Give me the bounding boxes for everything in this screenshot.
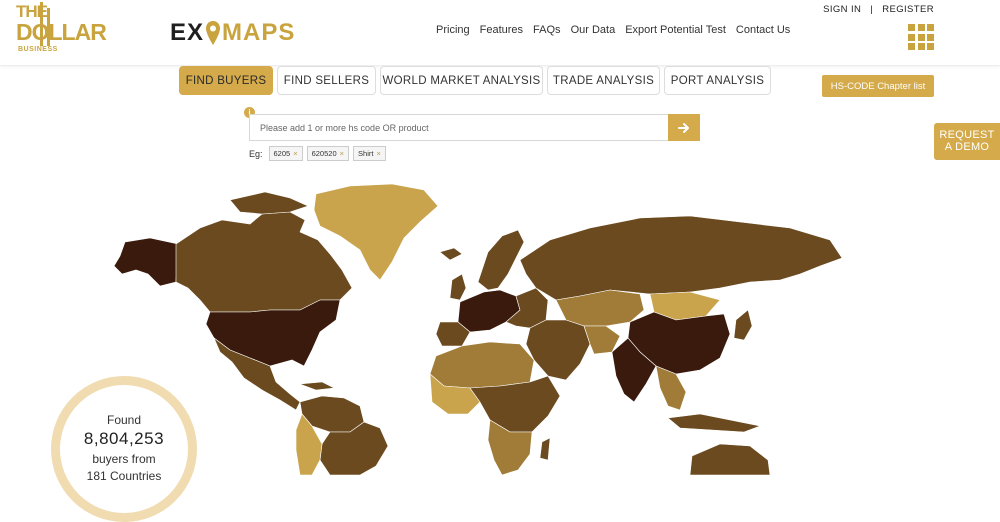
map-region-uk[interactable] [449,273,467,301]
logo-text-line2: DOLLAR [16,19,107,45]
nav-export-potential-test[interactable]: Export Potential Test [625,24,726,36]
map-region-japan[interactable] [733,309,753,341]
map-region-madagascar[interactable] [539,437,551,461]
register-link[interactable]: REGISTER [882,4,934,15]
map-region-north-africa[interactable] [429,341,535,389]
the-dollar-business-logo[interactable]: THE DOLLAR BUSINESS [14,2,107,58]
close-icon: × [339,149,345,158]
tab-world-market-analysis[interactable]: WORLD MARKET ANALYSIS [380,66,543,95]
map-region-scandinavia[interactable] [477,229,525,291]
request-demo-button[interactable]: REQUEST A DEMO [934,123,1000,160]
search-submit-button[interactable] [668,114,700,141]
main-nav: Pricing Features FAQs Our Data Export Po… [436,24,800,36]
chip-label: Shirt [358,149,374,158]
map-region-russia[interactable] [519,215,843,301]
chip-label: 6205 [273,149,291,158]
example-chip[interactable]: Shirt × [353,146,386,161]
analysis-tabs: FIND BUYERS FIND SELLERS WORLD MARKET AN… [179,66,775,95]
auth-separator: | [870,4,874,15]
map-region-western-europe[interactable] [457,289,521,333]
arrow-right-icon [678,122,689,133]
map-region-middle-east[interactable] [525,319,591,381]
sign-in-link[interactable]: SIGN IN [823,4,861,15]
map-region-alaska[interactable] [113,237,179,287]
logo-ex: EX [170,19,205,46]
map-region-iceland[interactable] [439,247,463,261]
counter-buyers-from: buyers from [92,452,156,466]
nav-features[interactable]: Features [480,24,523,36]
counter-countries: 181 Countries [86,469,162,483]
hs-code-chapter-list-button[interactable]: HS-CODE Chapter list [822,75,934,97]
chip-label: 620520 [311,149,337,158]
map-pin-icon [206,21,221,45]
examples-label: Eg: [249,148,263,159]
map-region-indonesia[interactable] [667,413,762,433]
example-chip[interactable]: 6205 × [268,146,303,161]
search-input[interactable] [249,114,668,141]
buyers-counter: Found 8,804,253 buyers from 181 Countrie… [51,376,197,522]
nav-pricing[interactable]: Pricing [436,24,470,36]
counter-number: 8,804,253 [83,429,165,448]
tab-find-buyers[interactable]: FIND BUYERS [179,66,273,95]
tab-port-analysis[interactable]: PORT ANALYSIS [664,66,771,95]
apps-grid-icon[interactable] [908,24,934,50]
logo-text-line3: BUSINESS [18,46,58,53]
eximaps-logo[interactable]: EX MAPS [170,18,295,48]
logo-maps: MAPS [222,19,296,46]
example-chip[interactable]: 620520 × [306,146,350,161]
nav-contact-us[interactable]: Contact Us [736,24,790,36]
request-demo-line2: A DEMO [944,141,990,153]
tab-trade-analysis[interactable]: TRADE ANALYSIS [547,66,660,95]
nav-our-data[interactable]: Our Data [571,24,616,36]
map-region-caribbean[interactable] [299,381,335,391]
tab-find-sellers[interactable]: FIND SELLERS [277,66,376,95]
counter-found-label: Found [106,413,142,427]
request-demo-line1: REQUEST [939,129,995,141]
header: THE DOLLAR BUSINESS EX MAPS Pricing Feat… [0,0,1000,66]
nav-faqs[interactable]: FAQs [533,24,561,36]
auth-links: SIGN IN | REGISTER [823,4,934,15]
close-icon: × [376,149,381,158]
map-region-australia[interactable] [689,443,771,475]
search-examples: Eg: 6205 × 620520 × Shirt × [249,146,390,161]
map-region-arctic-islands[interactable] [229,191,309,215]
close-icon: × [293,149,298,158]
